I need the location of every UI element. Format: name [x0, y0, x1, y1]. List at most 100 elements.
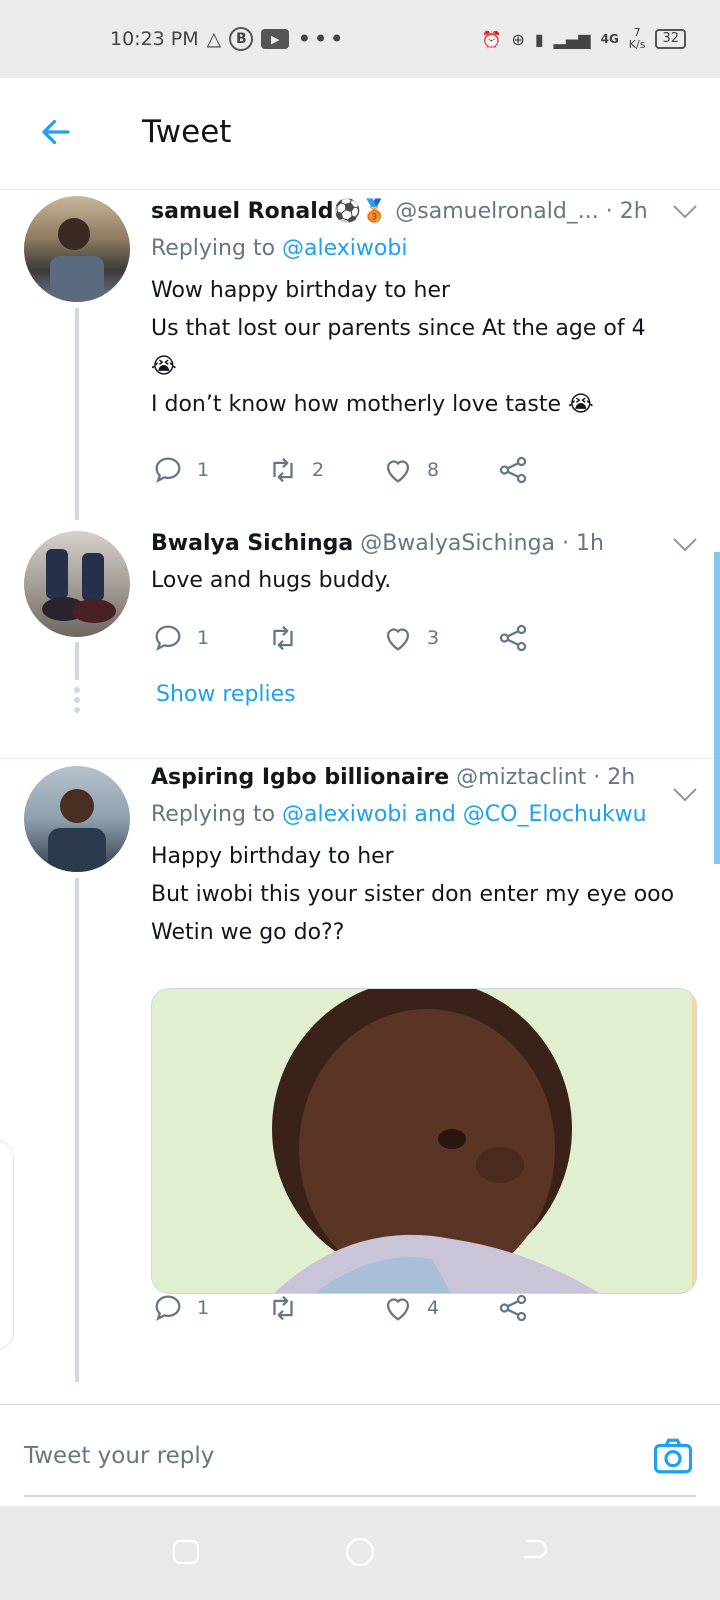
tweet-line: I don’t know how motherly love taste 😭 [151, 392, 594, 417]
tweet-media-image[interactable] [151, 988, 697, 1294]
share-icon [499, 1294, 527, 1322]
share-button[interactable] [496, 621, 611, 655]
timestamp: · 1h [562, 531, 604, 556]
home-icon[interactable] [342, 1534, 378, 1570]
tweet-text: Love and hugs buddy. [151, 562, 700, 600]
comment-icon [155, 457, 181, 483]
like-count: 4 [427, 1297, 440, 1319]
replying-to: Replying to @alexiwobi [151, 234, 700, 264]
display-name[interactable]: Bwalya Sichinga [151, 531, 353, 556]
clock: 10:23 PM [110, 28, 199, 50]
tweet-line: 😭 [151, 354, 177, 379]
reply-count: 1 [197, 627, 210, 649]
page-title: Tweet [142, 114, 232, 150]
replying-to-label: Replying to [151, 236, 276, 261]
avatar[interactable] [24, 531, 130, 637]
share-icon [499, 624, 527, 652]
tweet-actions: 1 4 [151, 1290, 611, 1326]
reply-button[interactable]: 1 [151, 453, 266, 487]
share-icon [499, 456, 527, 484]
display-name[interactable]: samuel Ronald⚽🥉 [151, 199, 388, 224]
back-nav-icon[interactable] [516, 1534, 552, 1570]
timestamp: · 2h [593, 765, 636, 790]
timestamp: · 2h [605, 199, 648, 224]
reply-composer: Tweet your reply [0, 1404, 720, 1506]
thread-line [75, 308, 79, 520]
tweet-line: Love and hugs buddy. [151, 568, 392, 593]
like-button[interactable]: 8 [381, 453, 496, 487]
status-bar: 10:23 PM △ B ▶ ••• ⏰ ⊕ ▮ ▂▄▆ 4G 7 K/s 32 [0, 0, 720, 78]
alarm-icon: ⏰ [481, 29, 502, 49]
camera-icon[interactable] [652, 1435, 694, 1477]
scrollbar[interactable] [714, 552, 720, 864]
retweet-button[interactable] [266, 1291, 381, 1325]
more-notifications-icon: ••• [297, 25, 346, 53]
replying-to: Replying to @alexiwobi and @CO_Elochukwu [151, 800, 700, 830]
replying-to-link[interactable]: @alexiwobi [282, 236, 407, 261]
replying-to-label: Replying to [151, 802, 276, 827]
recents-icon[interactable] [168, 1534, 204, 1570]
retweet-button[interactable] [266, 621, 381, 655]
warning-icon: △ [206, 28, 222, 50]
edge-panel-handle[interactable] [0, 1140, 14, 1350]
like-button[interactable]: 3 [381, 621, 496, 655]
tweet-actions: 1 3 [151, 620, 611, 656]
chevron-down-icon[interactable] [672, 204, 698, 220]
like-button[interactable]: 4 [381, 1291, 496, 1325]
speed-unit: K/s [628, 38, 646, 51]
reply-count: 1 [197, 1297, 210, 1319]
chevron-down-icon[interactable] [672, 787, 698, 803]
avatar[interactable] [24, 196, 130, 302]
more-dots-icon [74, 687, 80, 713]
share-button[interactable] [496, 1291, 611, 1325]
thread-line [75, 878, 79, 1382]
tweet-line: Wow happy birthday to her [151, 278, 451, 303]
share-button[interactable] [496, 453, 611, 487]
heart-icon [386, 628, 410, 651]
retweet-count: 2 [312, 459, 325, 481]
data-saver-icon: ⊕ [511, 29, 525, 49]
retweet-button[interactable]: 2 [266, 453, 381, 487]
vibrate-icon: ▮ [534, 29, 544, 49]
reply-underline [24, 1495, 696, 1497]
heart-icon [386, 1298, 410, 1321]
handle[interactable]: @samuelronald_... [395, 199, 598, 224]
tweet-text: Happy birthday to her But iwobi this you… [151, 838, 700, 952]
reply-count: 1 [197, 459, 210, 481]
replying-to-link[interactable]: @alexiwobi and @CO_Elochukwu [282, 802, 647, 827]
handle[interactable]: @miztaclint [456, 765, 586, 790]
network-type: 4G [600, 32, 619, 46]
show-replies-link[interactable]: Show replies [156, 682, 296, 707]
tweet-line: But iwobi this your sister don enter my … [151, 882, 675, 907]
retweet-icon [273, 1295, 293, 1321]
display-name[interactable]: Aspiring Igbo billionaire [151, 765, 449, 790]
handle[interactable]: @BwalyaSichinga [360, 531, 555, 556]
reply-input[interactable]: Tweet your reply [24, 1443, 214, 1469]
arrow-left-icon[interactable] [38, 114, 74, 150]
heart-icon [386, 460, 410, 483]
reply-button[interactable]: 1 [151, 621, 266, 655]
tweet-line: Us that lost our parents since At the ag… [151, 316, 646, 341]
battery-indicator: 32 [655, 29, 686, 49]
like-count: 8 [427, 459, 440, 481]
comment-icon [155, 625, 181, 651]
tweet-meta: Bwalya Sichinga @BwalyaSichinga · 1h [151, 528, 700, 560]
comment-icon [155, 1295, 181, 1321]
retweet-icon [273, 457, 293, 483]
signal-icon: ▂▄▆ [553, 29, 591, 49]
chevron-down-icon[interactable] [672, 537, 698, 553]
like-count: 3 [427, 627, 440, 649]
tweet-meta: Aspiring Igbo billionaire @miztaclint · … [151, 762, 700, 794]
tweet-actions: 1 2 8 [151, 452, 611, 488]
tweet-meta: samuel Ronald⚽🥉 @samuelronald_... · 2h [151, 196, 700, 228]
tweet-line: Happy birthday to her [151, 844, 394, 869]
speed-indicator: 7 K/s [629, 27, 646, 51]
divider [0, 758, 720, 759]
app-header: Tweet [0, 78, 720, 190]
reply-button[interactable]: 1 [151, 1291, 266, 1325]
app-b-icon: B [229, 27, 254, 51]
youtube-icon: ▶ [261, 29, 290, 49]
tweet-text: Wow happy birthday to her Us that lost o… [151, 272, 700, 424]
avatar[interactable] [24, 766, 130, 872]
tweet-line: Wetin we go do?? [151, 920, 345, 945]
